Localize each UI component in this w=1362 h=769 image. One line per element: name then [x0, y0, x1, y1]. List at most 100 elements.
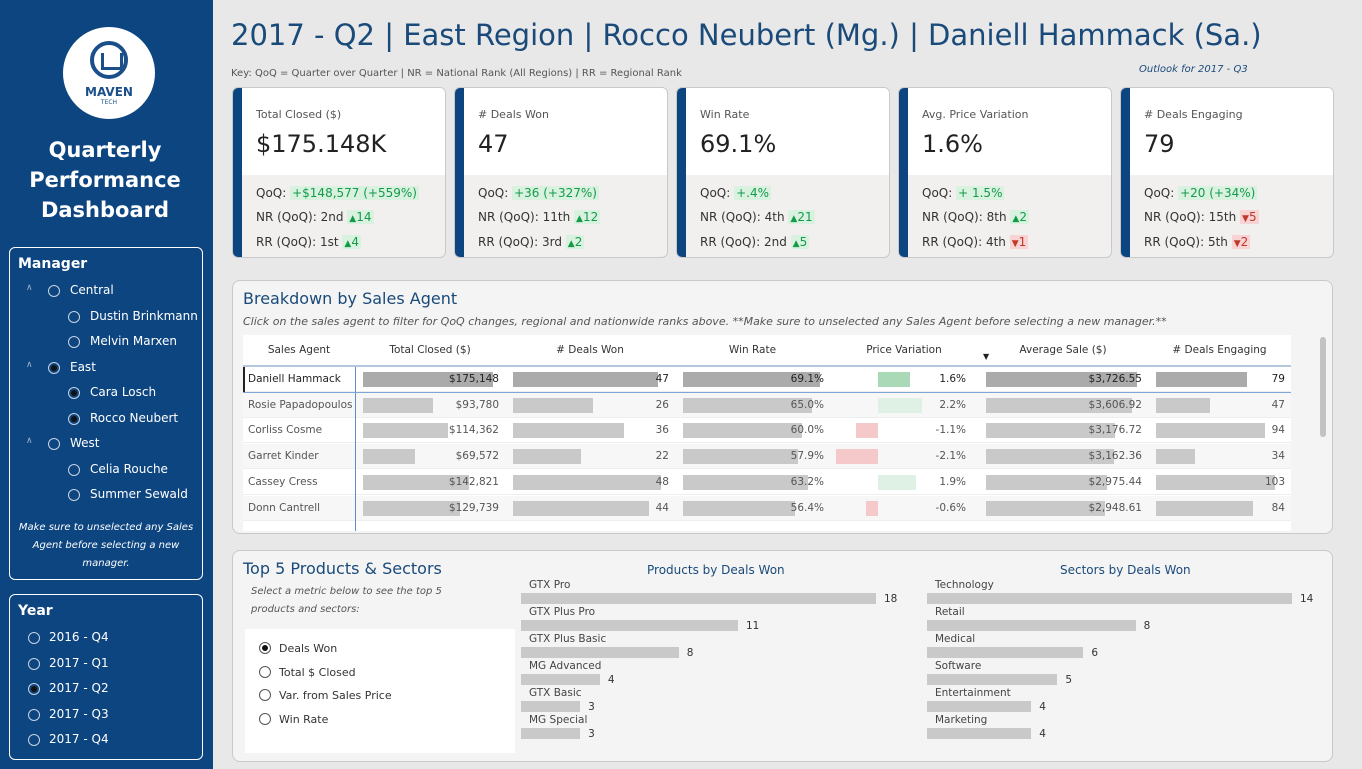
kpi-card-4[interactable]: # Deals Engaging 79 QoQ: +20 (+34%) NR (QoQ…	[1120, 87, 1334, 258]
bar-0-5[interactable]	[521, 728, 581, 739]
kpi-qoq-value: +.4%	[734, 186, 772, 200]
bar-0-3[interactable]	[521, 674, 600, 685]
logo-mark-icon	[90, 41, 128, 79]
bar-0-1[interactable]	[521, 620, 738, 631]
radio-icon[interactable]	[48, 361, 60, 374]
kpi-value: 79	[1144, 130, 1175, 158]
kpi-nr-row: NR (QoQ): 8th ▲2	[922, 210, 1029, 224]
radio-icon[interactable]	[68, 412, 80, 425]
manager-item-7[interactable]: Celia Rouche	[10, 459, 200, 483]
kpi-rank-value: 8th	[986, 210, 1007, 224]
radio-icon[interactable]	[28, 683, 40, 695]
manager-item-6[interactable]: ∧ West	[10, 433, 200, 457]
kpi-card-3[interactable]: Avg. Price Variation 1.6% QoQ: + 1.5% NR (Q…	[898, 87, 1112, 258]
radio-icon[interactable]	[48, 285, 60, 297]
radio-icon[interactable]	[28, 734, 40, 746]
collapse-caret-icon[interactable]: ∧	[26, 360, 33, 370]
agent-name[interactable]: Cassey Cress	[248, 470, 318, 495]
year-item-1[interactable]: 2017 - Q1	[10, 653, 200, 677]
kpi-accent-bar	[899, 88, 908, 257]
radio-icon[interactable]	[68, 310, 80, 323]
column-header[interactable]: Win Rate	[675, 335, 830, 367]
total-value: $114,362	[448, 424, 499, 437]
column-header[interactable]: # Deals Engaging	[1148, 335, 1291, 367]
selected-row-outline	[243, 367, 1291, 393]
kpi-card-2[interactable]: Win Rate 69.1% QoQ: +.4% NR (QoQ): 4th ▲21 R…	[676, 87, 890, 258]
radio-icon[interactable]	[68, 489, 80, 501]
bar-1-2[interactable]	[927, 647, 1084, 658]
kpi-title: # Deals Engaging	[1144, 108, 1243, 121]
bar-0-4[interactable]	[521, 701, 581, 712]
year-item-4[interactable]: 2017 - Q4	[10, 729, 200, 753]
up-arrow-icon: ▲	[576, 214, 583, 224]
bar-1-4[interactable]	[927, 701, 1032, 712]
manager-item-label: Dustin Brinkmann	[90, 308, 198, 323]
radio-icon[interactable]	[259, 642, 271, 654]
column-header[interactable]: Average Sale ($)	[978, 335, 1148, 367]
year-item-0[interactable]: 2016 - Q4	[10, 627, 200, 651]
kpi-card-0[interactable]: Total Closed ($) $175.148K QoQ: +$148,577 …	[232, 87, 446, 258]
collapse-caret-icon[interactable]: ∧	[26, 436, 33, 446]
sort-desc-icon[interactable]: ▼	[983, 352, 989, 361]
radio-icon[interactable]	[68, 336, 80, 348]
bar-0-0[interactable]	[521, 593, 876, 604]
bar-1-0[interactable]	[927, 593, 1292, 604]
bar-value-label: 6	[1091, 647, 1099, 659]
dashboard-title: Quarterly Performance Dashboard	[29, 138, 181, 222]
outlook-link[interactable]: Outlook for 2017 - Q3	[1139, 64, 1248, 75]
bar-0-2[interactable]	[521, 647, 679, 658]
collapse-caret-icon[interactable]: ∧	[26, 283, 33, 293]
year-item-2[interactable]: 2017 - Q2	[10, 678, 200, 702]
kpi-nr-row: NR (QoQ): 2nd ▲14	[256, 210, 374, 224]
manager-item-5[interactable]: Rocco Neubert	[10, 408, 200, 432]
radio-icon[interactable]	[68, 463, 80, 476]
radio-icon[interactable]	[48, 438, 60, 450]
manager-item-3[interactable]: ∧ East	[10, 357, 200, 381]
radio-icon[interactable]	[68, 387, 80, 399]
year-item-label: 2017 - Q1	[49, 655, 109, 670]
kpi-rr-row: RR (QoQ): 3rd ▲2	[478, 235, 585, 249]
eng-value: 34	[1271, 450, 1285, 463]
radio-icon[interactable]	[28, 657, 40, 670]
bar-value-label: 18	[884, 593, 898, 605]
kpi-rr-row: RR (QoQ): 5th ▼2	[1144, 235, 1251, 249]
column-header[interactable]: Sales Agent	[243, 335, 355, 367]
kpi-qoq-label: QoQ:	[700, 186, 731, 200]
table-scrollbar[interactable]	[1320, 337, 1326, 437]
manager-item-label: Rocco Neubert	[90, 410, 179, 425]
rank-change-value: 1	[1018, 235, 1027, 249]
bar-1-5[interactable]	[927, 728, 1032, 739]
radio-icon[interactable]	[28, 632, 40, 644]
agent-name[interactable]: Rosie Papadopoulos	[248, 393, 352, 418]
kpi-rank-value: 1st	[319, 235, 339, 249]
agent-name[interactable]: Corliss Cosme	[248, 418, 322, 443]
metric-selector: Deals Won Total $ Closed Var. from Sales P…	[245, 629, 515, 753]
radio-icon[interactable]	[28, 708, 40, 721]
pvar-value: 2.2%	[939, 398, 966, 411]
kpi-qoq-row: QoQ: +20 (+34%)	[1144, 186, 1258, 200]
bar-1-3[interactable]	[927, 674, 1058, 685]
column-header[interactable]: Price Variation	[830, 335, 978, 367]
year-slicer-label: Year	[18, 603, 53, 619]
agent-name[interactable]: Garret Kinder	[248, 444, 319, 469]
bar-value-label: 3	[588, 701, 595, 713]
kpi-card-1[interactable]: # Deals Won 47 QoQ: +36 (+327%) NR (QoQ): 1…	[454, 87, 668, 258]
manager-item-0[interactable]: ∧ Central	[10, 280, 200, 304]
total-value: $93,780	[455, 398, 499, 411]
manager-item-2[interactable]: Melvin Marxen	[10, 331, 200, 355]
bar-1-1[interactable]	[927, 620, 1136, 631]
column-header[interactable]: # Deals Won	[505, 335, 675, 367]
kpi-value: 1.6%	[922, 130, 983, 158]
page-title: 2017 - Q2 | East Region | Rocco Neubert …	[231, 18, 1262, 52]
radio-icon[interactable]	[259, 712, 271, 725]
agent-name[interactable]: Donn Cantrell	[248, 496, 320, 521]
won-value: 26	[655, 398, 669, 411]
radio-icon[interactable]	[259, 665, 271, 678]
manager-item-4[interactable]: Cara Losch	[10, 382, 200, 406]
column-header[interactable]: Total Closed ($)	[355, 335, 505, 367]
year-item-3[interactable]: 2017 - Q3	[10, 704, 200, 728]
manager-item-1[interactable]: Dustin Brinkmann	[10, 306, 200, 330]
radio-icon[interactable]	[259, 689, 271, 701]
kpi-rank-value: 4th	[985, 235, 1006, 249]
manager-item-8[interactable]: Summer Sewald	[10, 484, 200, 508]
